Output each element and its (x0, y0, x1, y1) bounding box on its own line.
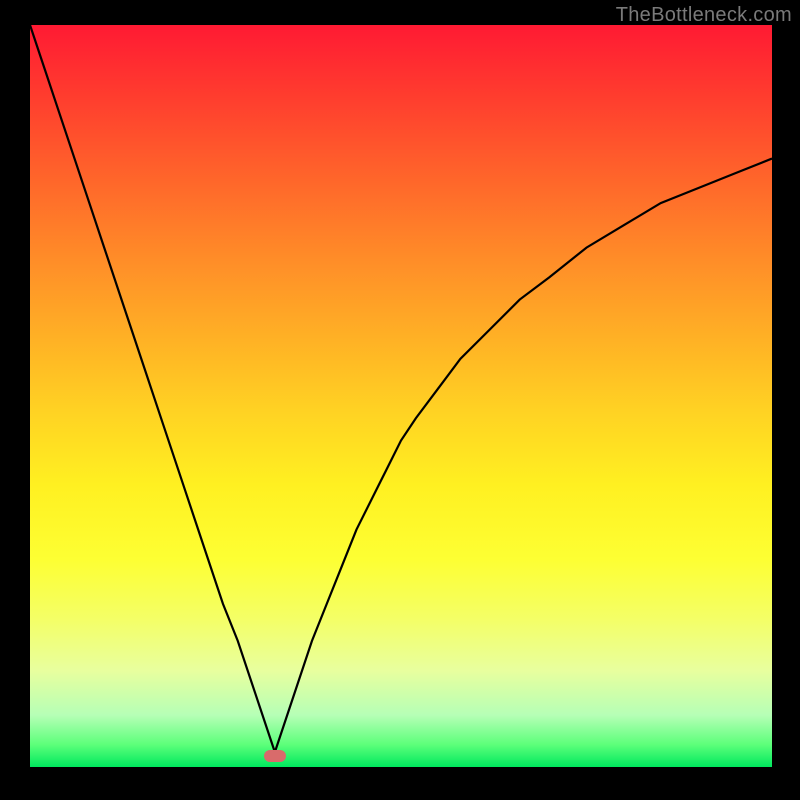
watermark-text: TheBottleneck.com (616, 4, 792, 27)
chart-frame: TheBottleneck.com (0, 0, 800, 800)
plot-area (30, 25, 772, 767)
optimum-marker (264, 750, 286, 762)
